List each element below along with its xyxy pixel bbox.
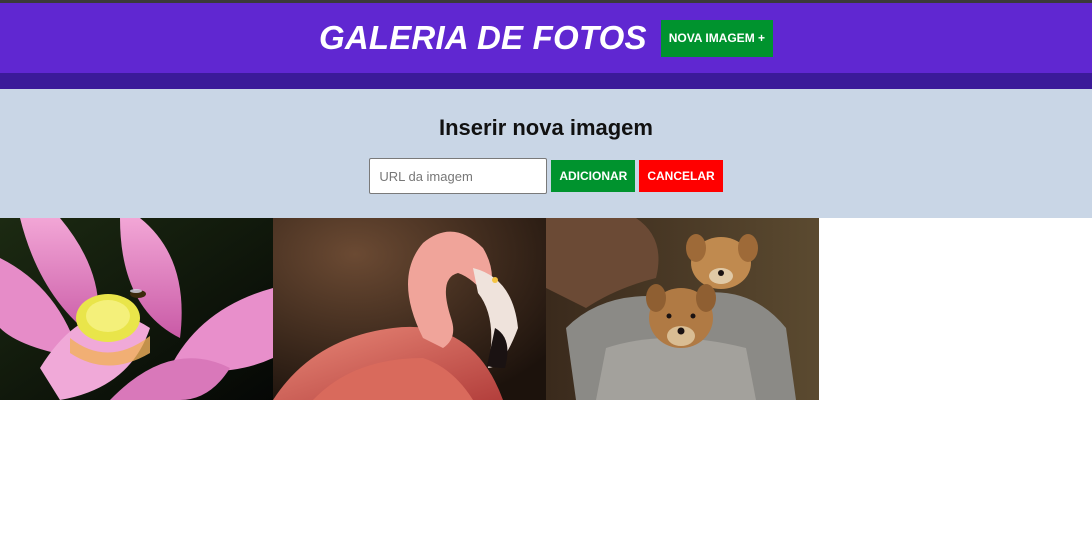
header-band (0, 73, 1092, 89)
insert-image-panel: Inserir nova imagem ADICIONAR CANCELAR (0, 89, 1092, 218)
gallery-photo-puppies[interactable] (546, 218, 819, 400)
puppies-image (546, 218, 819, 400)
lotus-image (0, 218, 273, 400)
image-url-input[interactable] (369, 158, 548, 194)
app-header: GALERIA DE FOTOS NOVA IMAGEM + (0, 3, 1092, 73)
gallery-photo-lotus[interactable] (0, 218, 273, 400)
gallery-photo-flamingo[interactable] (273, 218, 546, 400)
photo-gallery (0, 218, 1092, 400)
insert-image-form: ADICIONAR CANCELAR (369, 158, 723, 194)
add-button[interactable]: ADICIONAR (551, 160, 636, 192)
app-title: GALERIA DE FOTOS (318, 19, 647, 56)
cancel-button[interactable]: CANCELAR (639, 160, 723, 192)
flamingo-image (273, 218, 546, 400)
insert-panel-title: Inserir nova imagem (439, 115, 653, 140)
new-image-button[interactable]: NOVA IMAGEM + (660, 19, 774, 57)
